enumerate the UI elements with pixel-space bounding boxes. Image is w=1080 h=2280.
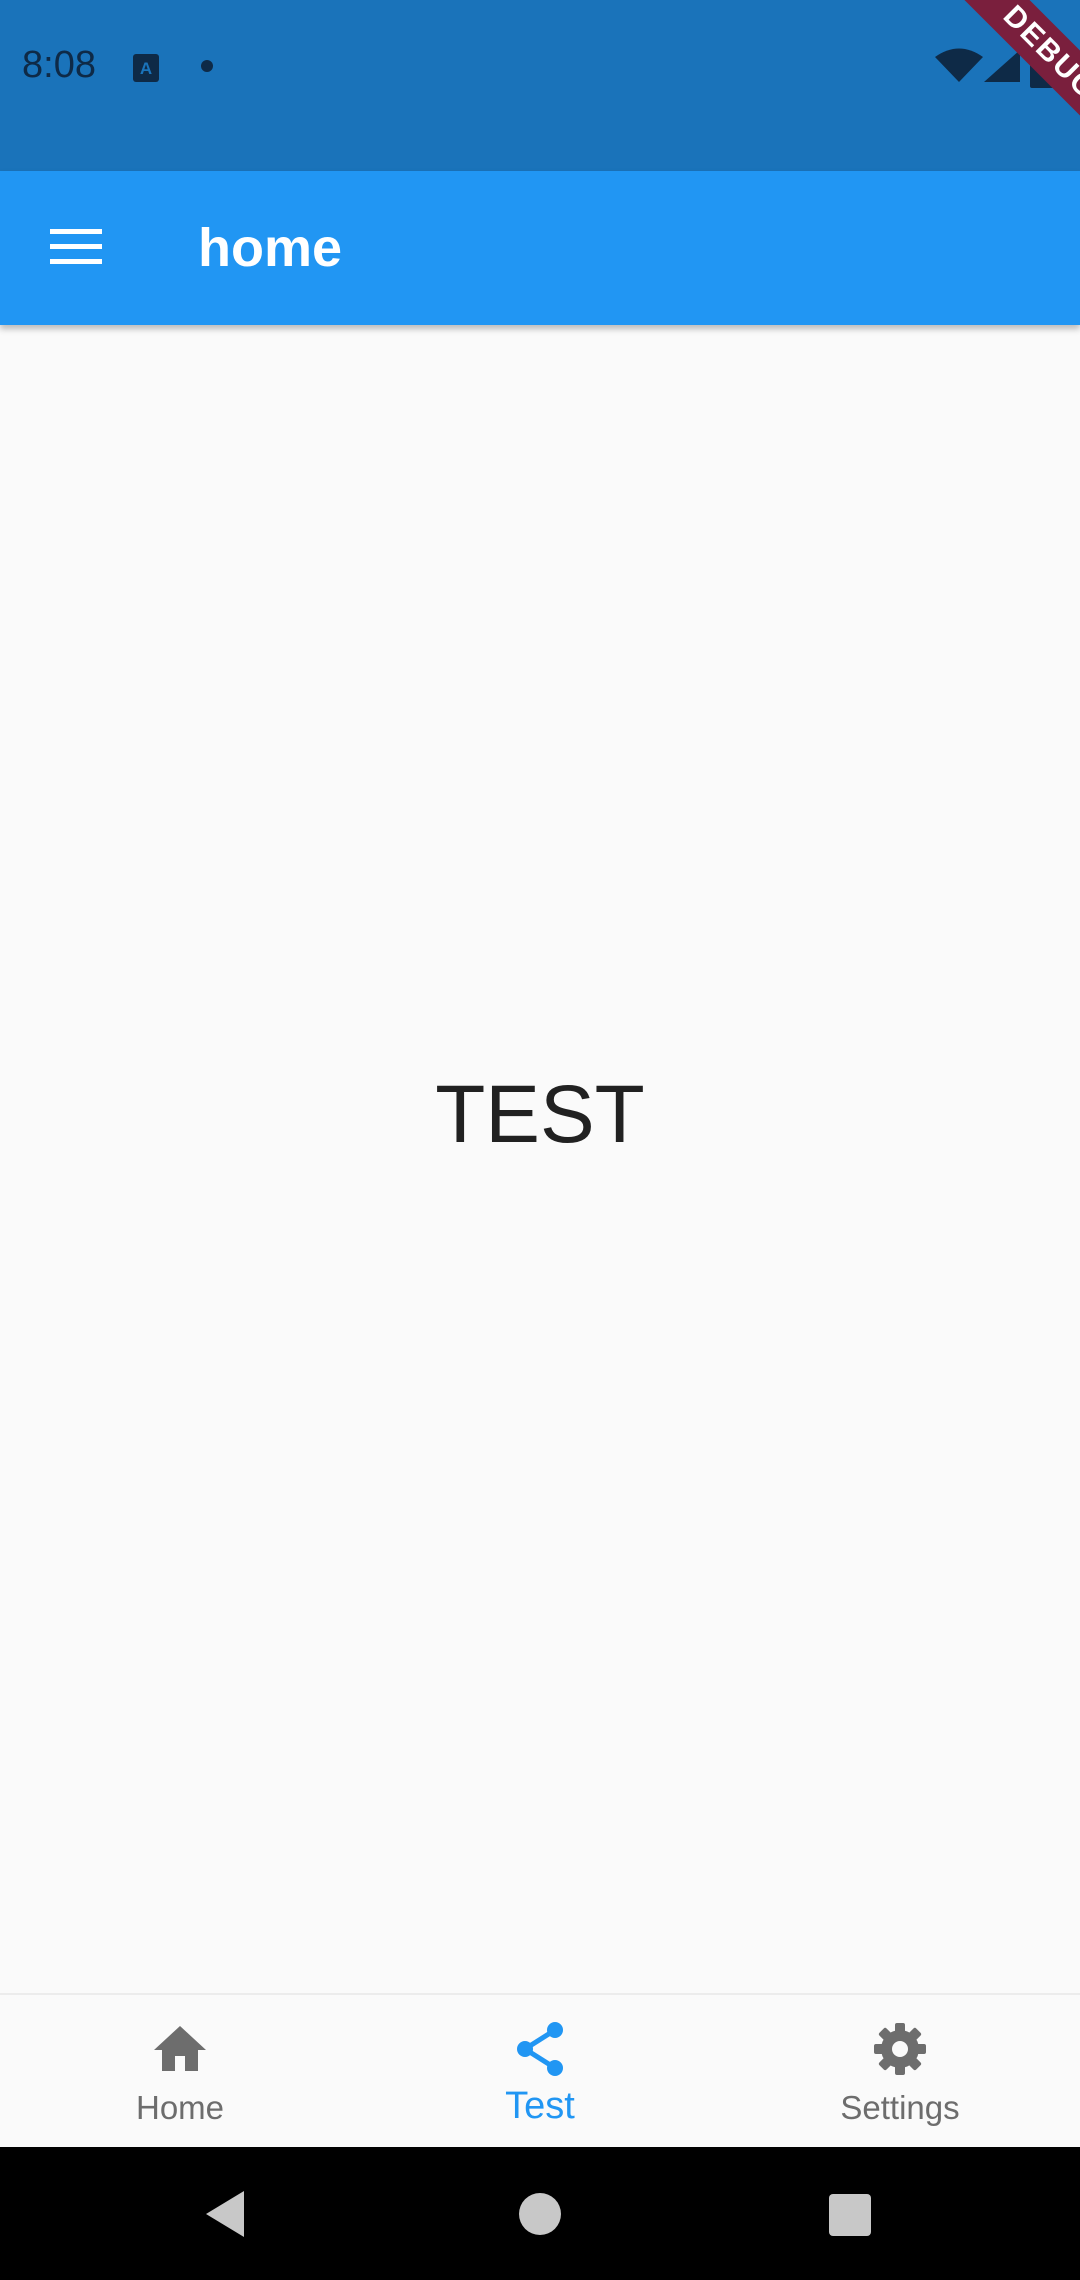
notification-dot-icon (201, 60, 213, 72)
bottom-nav-test[interactable]: Test (360, 1995, 720, 2149)
recents-square-icon[interactable] (829, 2194, 871, 2236)
wifi-icon (935, 48, 983, 82)
bottom-nav-settings[interactable]: Settings (720, 1995, 1080, 2149)
share-icon (517, 2022, 563, 2076)
home-icon (154, 2026, 206, 2071)
system-navigation-bar (0, 2147, 1080, 2280)
main-content: TEST (0, 325, 1080, 1993)
svg-text:A: A (140, 59, 152, 78)
bottom-nav-label: Settings (840, 2089, 960, 2126)
cell-signal-icon (984, 50, 1020, 82)
bottom-nav-label: Test (505, 2085, 575, 2127)
bottom-navigation: Home Test Settings (0, 1993, 1080, 2147)
home-circle-icon[interactable] (519, 2193, 561, 2235)
bottom-nav-label: Home (135, 2089, 225, 2126)
center-text: TEST (435, 1069, 645, 1160)
app-screen: 8:08 A DEBUG home TEST Home Test Setting… (0, 0, 1080, 2280)
status-time: 8:08 (22, 44, 96, 86)
text-recognition-icon: A (133, 54, 159, 82)
gear-icon (874, 2023, 926, 2075)
status-bar: 8:08 A (0, 0, 1080, 171)
app-bar: home (0, 171, 1080, 325)
page-title: home (198, 218, 343, 278)
hamburger-menu-icon[interactable] (50, 227, 102, 267)
bottom-nav-home[interactable]: Home (0, 1995, 360, 2149)
back-icon[interactable] (204, 2189, 248, 2239)
